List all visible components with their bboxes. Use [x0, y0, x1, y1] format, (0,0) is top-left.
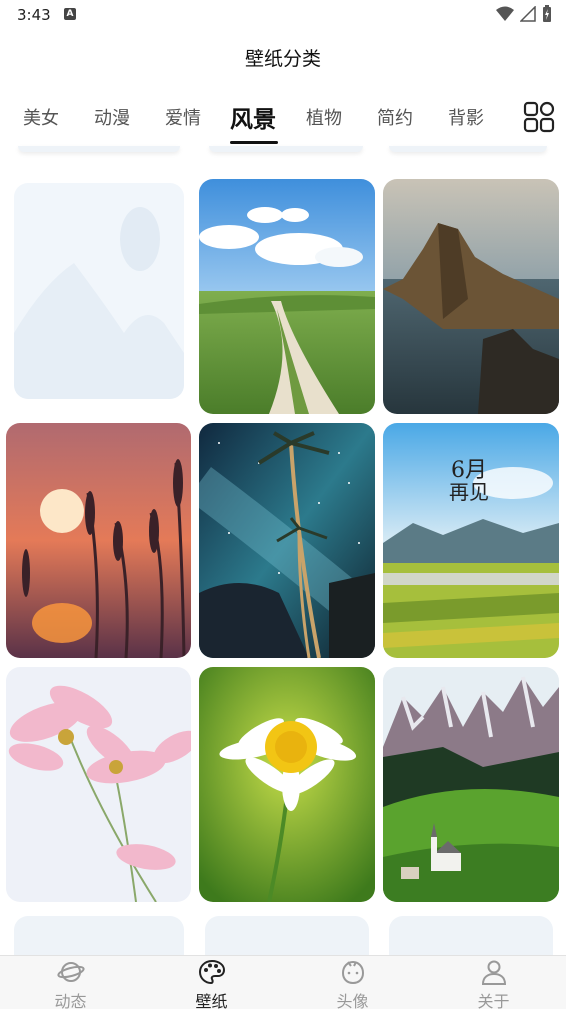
nav-avatar[interactable]: 头像	[282, 956, 423, 1011]
wallpaper-placeholder[interactable]	[14, 183, 184, 399]
tab-plants[interactable]: 植物	[306, 104, 342, 130]
wallpaper-white-daisy[interactable]	[199, 667, 375, 902]
notification-badge-icon: A	[64, 8, 76, 20]
wallpaper-sunset-reeds[interactable]	[6, 423, 191, 658]
nav-dynamics[interactable]: 动态	[0, 956, 141, 1011]
active-tab-indicator	[230, 141, 278, 144]
overlay-line-2: 再见	[449, 480, 489, 505]
tab-silhouette[interactable]: 背影	[448, 104, 484, 130]
next-row-placeholder	[205, 916, 369, 956]
wallpaper-pink-cosmos[interactable]	[6, 667, 191, 902]
nav-label: 壁纸	[195, 992, 228, 1011]
planet-icon	[57, 962, 85, 982]
wallpaper-sea-cliff[interactable]	[383, 179, 559, 414]
nav-label: 头像	[336, 992, 369, 1011]
previous-row-tile	[389, 146, 547, 152]
tab-scenery[interactable]: 风景	[230, 100, 276, 134]
wallpaper-dolomites-church[interactable]	[383, 667, 559, 902]
tab-beauty[interactable]: 美女	[23, 104, 59, 130]
grid-icon[interactable]	[523, 101, 555, 133]
palette-icon	[198, 959, 226, 985]
image-placeholder-icon	[14, 207, 184, 399]
previous-row-tile	[209, 146, 363, 152]
next-row-placeholder	[389, 916, 553, 956]
overlay-line-1: 6月	[451, 458, 487, 483]
previous-row-tile	[18, 146, 180, 152]
wallpaper-country-road[interactable]	[199, 179, 375, 414]
category-tabs: 美女 动漫 爱情 风景 植物 简约 背影	[0, 96, 566, 146]
status-bar: 3:43 A	[0, 0, 566, 30]
tab-love[interactable]: 爱情	[165, 104, 201, 130]
nav-wallpaper[interactable]: 壁纸	[141, 956, 282, 1011]
bottom-navigation: 动态 壁纸 头像 关于	[0, 955, 566, 1011]
tab-simple[interactable]: 简约	[377, 104, 413, 130]
tab-anime[interactable]: 动漫	[94, 104, 130, 130]
wallpaper-palm-trees-milky-way[interactable]	[199, 423, 375, 658]
status-time: 3:43	[17, 6, 51, 24]
next-row-placeholder	[14, 916, 184, 956]
page-title: 壁纸分类	[244, 48, 321, 70]
signal-icon	[520, 6, 536, 22]
battery-charging-icon	[543, 5, 551, 22]
wallpaper-overlay-text: 6月 再见	[449, 458, 511, 505]
nav-about[interactable]: 关于	[423, 956, 564, 1011]
avatar-face-icon	[341, 960, 365, 985]
nav-label: 关于	[477, 992, 510, 1011]
person-icon	[481, 960, 507, 985]
status-icons	[496, 5, 552, 23]
wallpaper-june-goodbye[interactable]: 6月 再见	[383, 423, 559, 658]
wifi-icon	[496, 6, 514, 21]
nav-label: 动态	[54, 992, 87, 1011]
